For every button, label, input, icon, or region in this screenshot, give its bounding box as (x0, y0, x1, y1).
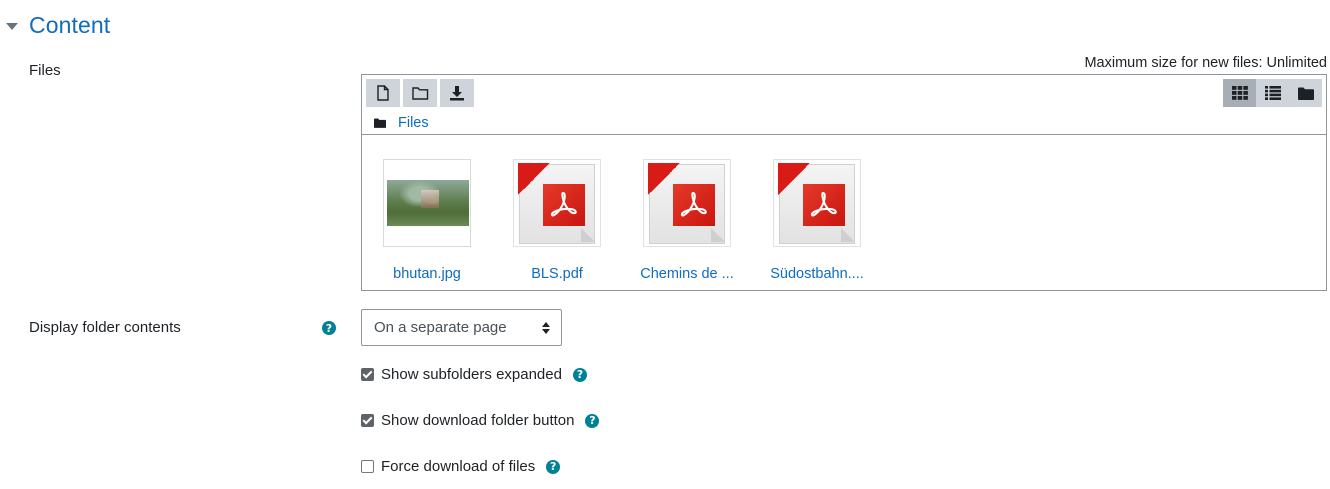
display-folder-select[interactable]: On a separate page (361, 309, 562, 346)
max-size-text: Maximum size for new files: Unlimited (1084, 55, 1327, 71)
help-icon[interactable]: ? (572, 367, 587, 382)
file-manager: Files bhutan.jpg BLS.pdf Chemins de ... … (361, 74, 1327, 291)
file-name: bhutan.jpg (393, 266, 461, 282)
content-section-toggle[interactable]: Content (6, 12, 110, 39)
show-subfolders-row: Show subfolders expanded ? (361, 366, 587, 383)
download-icon (450, 86, 464, 101)
page-fold-icon (581, 228, 595, 242)
show-subfolders-label[interactable]: Show subfolders expanded (381, 366, 562, 383)
force-download-label[interactable]: Force download of files (381, 458, 535, 475)
view-list-button[interactable] (1256, 79, 1289, 107)
caret-down-icon (6, 23, 18, 30)
list-icon (1264, 86, 1281, 100)
file-icon (377, 85, 389, 101)
show-subfolders-checkbox[interactable] (361, 368, 374, 381)
file-item[interactable]: Südostbahn.... (752, 159, 882, 282)
view-tree-button[interactable] (1289, 79, 1322, 107)
divider (362, 134, 1326, 135)
grid-icon (1231, 86, 1248, 100)
download-all-button[interactable] (440, 79, 474, 107)
section-title: Content (29, 12, 111, 38)
file-name: BLS.pdf (531, 266, 583, 282)
folder-outline-icon (411, 87, 428, 100)
file-item[interactable]: Chemins de ... (622, 159, 752, 282)
help-icon[interactable]: ? (322, 321, 336, 335)
breadcrumb-files-link[interactable]: Files (398, 115, 429, 131)
file-thumbnail (643, 159, 731, 247)
file-name: Südostbahn.... (770, 266, 864, 282)
file-name: Chemins de ... (640, 266, 734, 282)
view-switcher (1223, 79, 1322, 107)
create-folder-button[interactable] (403, 79, 437, 107)
show-download-label[interactable]: Show download folder button (381, 412, 574, 429)
select-value: On a separate page (374, 319, 507, 336)
folder-icon (1297, 87, 1314, 100)
help-icon[interactable]: ? (585, 413, 600, 428)
view-icons-button[interactable] (1223, 79, 1256, 107)
show-download-row: Show download folder button ? (361, 412, 600, 429)
file-thumbnail (773, 159, 861, 247)
page-fold-icon (711, 228, 725, 242)
force-download-row: Force download of files ? (361, 458, 561, 475)
pdf-logo-icon (543, 184, 585, 226)
help-icon[interactable]: ? (546, 459, 561, 474)
breadcrumb: Files (374, 115, 429, 131)
page-fold-icon (841, 228, 855, 242)
force-download-checkbox[interactable] (361, 460, 374, 473)
add-file-button[interactable] (366, 79, 400, 107)
image-thumbnail (387, 180, 469, 226)
file-item[interactable]: bhutan.jpg (362, 159, 492, 282)
file-manager-toolbar (366, 79, 474, 107)
file-thumbnail (513, 159, 601, 247)
pdf-logo-icon (673, 184, 715, 226)
file-thumbnail (383, 159, 471, 247)
select-arrows-icon (542, 322, 550, 334)
pdf-logo-icon (803, 184, 845, 226)
show-download-checkbox[interactable] (361, 414, 374, 427)
files-label: Files (29, 62, 61, 79)
display-folder-label: Display folder contents (29, 319, 181, 336)
file-item[interactable]: BLS.pdf (492, 159, 622, 282)
folder-icon (374, 118, 386, 128)
page: Content Files Maximum size for new files… (0, 0, 1330, 489)
